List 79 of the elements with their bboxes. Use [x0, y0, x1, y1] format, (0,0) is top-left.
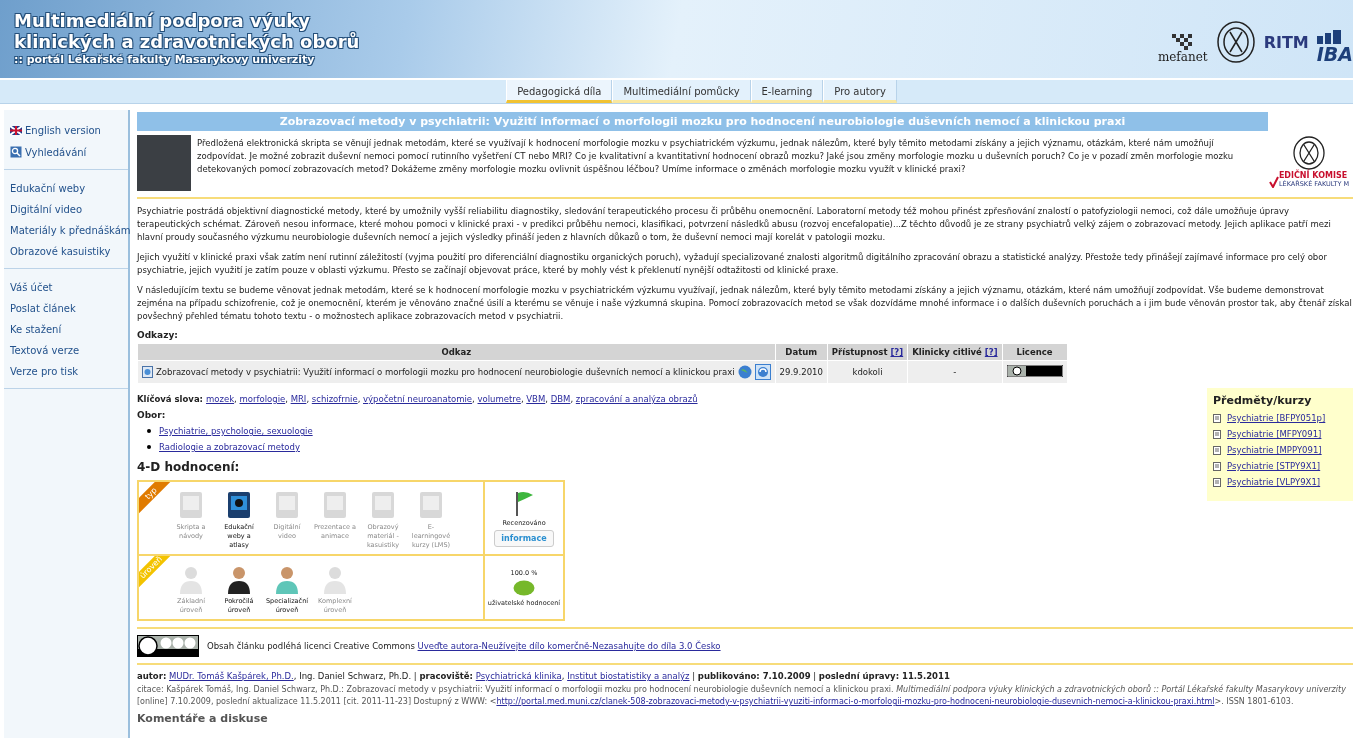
flag-icon [10, 126, 22, 135]
refresh-icon [754, 364, 771, 380]
author-line: autor: MUDr. Tomáš Kašpárek, Ph.D., Ing. Daniel Schwarz, Ph.D. | pracoviště: Psychiatrická klinika, Institut biostatistiky a analýz | publikováno: 7.10.2009 | poslední úpravy: 11.5.2011 [137, 671, 951, 681]
citation-text: citace: Kašpárek Tomáš, Ing. Daniel Schwarz, Ph.D.: Zobrazovací metody v psychiatrii: Využití informací o morfologii mozku pro hodnocení neurobiologie duševních nemocí a klinickou praxi. Multimediální podpora výuky klinických a zdravotnických oborů :: Portál Lékařské fakulty Masarykovy univerzity [online] 7.10.2009, poslední aktualizace 11.5.2011 [cit. 2011-11-23] Dostupný z WWW: <http://portal.med.muni.cz/clanek-508-zobrazovaci-metody-v-psychiatrii-vyuziti-informaci-o-morfologii-mozku-pro-hodnoceni-neurobiologie-dusevnich-nemoci-a-klinickou-praxi.html>. ISSN 1801-6103. [137, 684, 1347, 708]
checker-icon [1171, 34, 1194, 50]
license-link[interactable]: Uveďte autora-Neužívejte dílo komerčně-Nezasahujte do díla 3.0 Česko [417, 641, 721, 651]
document-icon [1213, 477, 1221, 487]
keyword-link[interactable]: volumetre [477, 394, 521, 404]
bullet-icon [147, 429, 151, 433]
score-dot-icon [513, 579, 535, 596]
document-icon [1213, 429, 1221, 439]
document-icon [1213, 461, 1221, 471]
column-header: Datum [775, 343, 828, 361]
nav-tab[interactable]: Pro autory [823, 80, 897, 103]
license-badge-icon [137, 635, 199, 657]
search-icon [10, 146, 22, 158]
help-link[interactable]: [?] [890, 347, 904, 357]
bars-icon [1316, 30, 1341, 44]
column-header: Klinicky citlivé [?] [907, 343, 1003, 361]
badge-text: EDIČNÍ KOMISE [1278, 171, 1349, 180]
license-badge-icon [1006, 365, 1063, 377]
sidebar-link[interactable]: Vyhledávání [25, 146, 87, 158]
column-header: Přístupnost [?] [827, 343, 908, 361]
body-paragraph: V následujícím textu se budeme věnovat jednak metodám, které se k hodnocení morfologie mozku v psychiatrickém výzkumu využívají, jednak nálezům, které byly těmito metodami získány a jejich významu, otázkám, které nám umožňují zodpovídat. Vše budeme demonstrovat zejména na případu schizofrenie, což je onemocnění, kterém je věnováno značné úsilí a kterému se věnuje i naše výzkumná skupina. Pomocí zobrazovacích metod se však dozvídáme mnohé informace i o dalších duševních poruchách a i jim bude věnován prostor tak, aby čtenář získal povšechný přehled tématu tohoto textu - o možnostech aplikace zobrazovacích metod v psychiatrii. [137, 284, 1353, 323]
course-link[interactable]: Psychiatrie [MFPY091] [1227, 429, 1322, 439]
license-text: Obsah článku podléhá licenci Creative Commons Uveďte autora-Neužívejte dílo komerčně-Nezasahujte do díla 3.0 Česko [207, 641, 721, 651]
field-link[interactable]: Radiologie a zobrazovací metody [159, 442, 300, 452]
section-heading: Komentáře a diskuse [137, 712, 268, 725]
logo-text: mefanet [1157, 50, 1208, 64]
site-title: klinických a zdravotnických oborů [14, 31, 360, 52]
body-paragraph: Jejich využití v klinické praxi však zatím není rutinní záležitostí (vyjma použití pro diferenciální diagnostiku organických poruch), vyžadují specializované znalosti algoritmů digitálního zpracování obrazu a statistické analýzy. Přestože tedy přinášejí zajímavé informace pro celý obor psychiatrie, jejich využití je zatím pouze v oblasti výzkumu. Přesto se začínají objevovat práce, které by mohly vést k překlenutí nynější odtažitosti od klinické praxe. [137, 251, 1328, 277]
course-link[interactable]: Psychiatrie [MPPY091] [1227, 445, 1322, 455]
document-icon [1213, 413, 1221, 423]
course-link[interactable]: Psychiatrie [STPY9X1] [1227, 461, 1321, 471]
keyword-link[interactable]: schizofrnie [311, 394, 358, 404]
document-icon [1213, 445, 1221, 455]
body-paragraph: Psychiatrie postrádá objektivní diagnostické metody, které by umožnily vyšší reliabilitu diagnostiky, sledování terapeutického procesu či průběhu onemocnění. Laboratorní metody též mohou přinést zpřesňování znalostí o patofyziologii nemoci, což dále umožňuje úpravy terapeutických schémat. Zároveň nesou informace, které mohou pomoci v klinické praxi - v predikci průběhu nemoci, klasifikaci, potvrzení následků abusu (rozvoj encefalopatie)...Z těchto důvodů je ze strany psychiatrů velký zájem o zobrazovací metody. Jejich aplikace patří mezi hlavní proudy současného výzkumu neurobiologie duševních nemocí a jejich výsledky přináší jeden z hlavních důkazů o tom, že duševní nemoci mají korelát v patologii mozku. [137, 205, 1332, 244]
sidebar-link[interactable]: Obrazové kasuistiky [10, 246, 111, 257]
keyword-line: Klíčová slova: mozek, morfologie, MRI, schizofrnie, výpočetní neuroanatomie, volumetre, VBM, DBM, zpracování a analýza obrazů [137, 394, 698, 404]
sidebar-link[interactable]: Ke stažení [10, 324, 62, 335]
intro-text: Předložená elektronická skripta se věnují jednak metodám, které se využívají k hodnocení morfologie mozku v psychiatrickém výzkumu, jednak nálezům, které byly těmito metodami získány a jejich významu, otázkám, které nám umožňují zodpovídat. Je možné zobrazit duševní nemoci pomocí rutinního vyšetření CT nebo MRI? Co je kvalitativní a kvantitativní hodnocení obrazů mozku? Jaké jsou změny morfologie mozku u duševních poruch? Co je v pozadí změn morfologie mozku detekovaných pomocí zobrazovacích metod? Dokážeme změny morfologie mozku ovlivnit úspěšnou léčbou? Umíme informace o změnách morfologie mozku využít v klinické praxi? [197, 137, 1235, 176]
page-icon [142, 366, 153, 378]
seal-icon [1292, 135, 1326, 171]
sidebar-link[interactable]: Edukační weby [10, 183, 86, 194]
keyword-link[interactable]: zpracování a analýza obrazů [575, 394, 698, 404]
section-label: Obor: [137, 410, 166, 420]
link[interactable]: http://portal.med.muni.cz/clanek-508-zobrazovaci-metody-v-psychiatrii-vyuziti-informaci-o-morfologii-mozku-pro-hodnoceni-neurobiologie-dusevnich-nemoci-a-klinickou-praxi.html [496, 697, 1215, 706]
photo-placeholder [137, 135, 191, 191]
link[interactable]: MUDr. Tomáš Kašpárek, Ph.D. [169, 671, 294, 681]
field-link[interactable]: Psychiatrie, psychologie, sexuologie [159, 426, 313, 436]
course-link[interactable]: Psychiatrie [VLPY9X1] [1227, 477, 1321, 487]
sidebar-link[interactable]: Váš účet [10, 282, 53, 293]
column-header: Licence [1002, 343, 1068, 361]
panel-heading: Předměty/kurzy [1213, 394, 1313, 407]
logo-text: IBA [1316, 44, 1353, 64]
sidebar-link[interactable]: Verze pro tisk [10, 366, 79, 377]
bullet-icon [147, 445, 151, 449]
link[interactable]: Institut biostatistiky a analýz [567, 671, 690, 681]
flag-icon [513, 489, 535, 516]
sidebar-link[interactable]: Textová verze [10, 345, 80, 356]
link[interactable]: Psychiatrická klinika [475, 671, 562, 681]
sidebar-link[interactable]: Poslat článek [10, 303, 76, 314]
column-header: Odkaz [137, 343, 776, 361]
nav-tab[interactable]: Multimediální pomůcky [612, 80, 751, 103]
site-title: Multimediální podpora výuky [14, 10, 310, 31]
sidebar-link[interactable]: Materiály k přednáškám [10, 225, 131, 236]
section-heading: 4-D hodnocení: [137, 460, 240, 474]
nav-tab[interactable]: E-learning [750, 80, 824, 103]
check-mark-icon [1268, 176, 1279, 188]
help-link[interactable]: [?] [984, 347, 998, 357]
sidebar-link[interactable]: Digitální video [10, 204, 83, 215]
sidebar-link[interactable]: English version [25, 125, 101, 136]
nav-tab[interactable]: Pedagogická díla [506, 80, 613, 103]
logo-text: RITM [1263, 33, 1309, 54]
section-label: Odkazy: [137, 330, 178, 340]
article-title: Zobrazovací metody v psychiatrii: Využití informací o morfologii mozku pro hodnocení neurobiologie duševních nemocí a klinickou praxi [137, 112, 1268, 131]
seal-icon [1215, 20, 1256, 64]
site-subtitle: :: portál Lékařské fakulty Masarykovy univerzity [14, 52, 316, 67]
course-link[interactable]: Psychiatrie [BFPY051p] [1227, 413, 1326, 423]
